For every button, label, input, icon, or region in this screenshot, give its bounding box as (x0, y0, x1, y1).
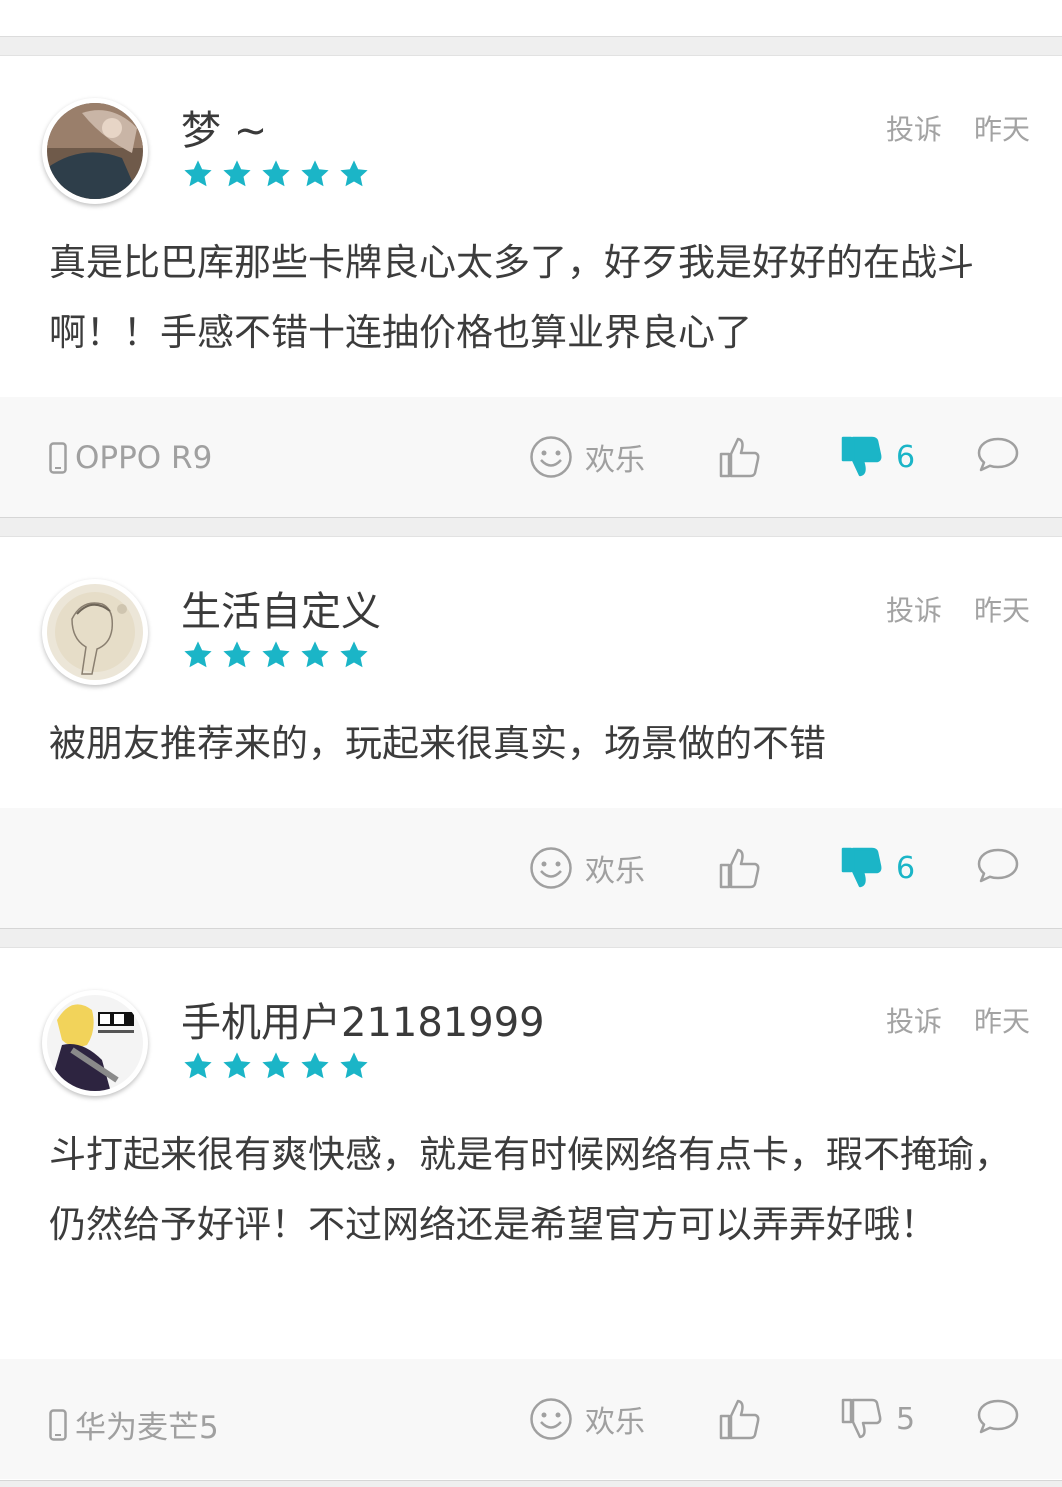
fun-button[interactable]: 欢乐 (529, 1397, 645, 1441)
avatar[interactable] (42, 579, 148, 685)
report-link[interactable]: 投诉 (886, 108, 942, 148)
star-icon (340, 641, 368, 668)
comment-button[interactable] (976, 435, 1020, 475)
dislike-count: 5 (896, 1401, 916, 1437)
thumbs-up-icon (719, 848, 760, 889)
smiley-icon (530, 847, 572, 889)
review-text: 被朋友推荐来的，玩起来很真实，场景做的不错 (49, 722, 826, 765)
review-footer: 华为麦芒5 欢乐 5 (0, 1359, 1062, 1479)
dislike-button[interactable]: 5 (840, 1397, 915, 1441)
dislike-count: 6 (896, 439, 916, 475)
review-time: 昨天 (973, 1005, 1030, 1038)
star-icon (301, 160, 329, 187)
comment-icon (977, 437, 1019, 472)
report-link[interactable]: 投诉 (886, 589, 942, 629)
star-icon (184, 1052, 212, 1079)
fun-button[interactable]: 欢乐 (529, 846, 645, 890)
dislike-button[interactable]: 6 (840, 435, 915, 479)
star-icon (262, 641, 290, 668)
fun-label: 欢乐 (585, 443, 645, 478)
fun-label: 欢乐 (585, 1405, 645, 1440)
comment-button[interactable] (976, 1397, 1020, 1437)
review-text: 真是比巴库那些卡牌良心太多了，好歹我是好好的在战斗啊！！手感不错十连抽价格也算业… (49, 241, 974, 354)
avatar[interactable] (42, 990, 148, 1096)
star-icon (262, 1052, 290, 1079)
star-rating (181, 639, 371, 671)
star-rating (181, 1050, 371, 1082)
like-button[interactable] (718, 435, 762, 479)
comment-icon (977, 848, 1019, 883)
thumbs-down-icon (841, 847, 882, 888)
dislike-button[interactable]: 6 (840, 846, 915, 890)
previous-card-edge (0, 0, 1062, 37)
star-icon (262, 160, 290, 187)
star-icon (223, 641, 251, 668)
device-name: OPPO R9 (75, 440, 213, 476)
comment-button[interactable] (976, 846, 1020, 886)
thumbs-up-icon (719, 437, 760, 478)
fun-label: 欢乐 (585, 854, 645, 889)
dislike-count: 6 (896, 850, 916, 886)
username[interactable]: 手机用户21181999 (181, 990, 545, 1048)
star-icon (184, 641, 212, 668)
review-meta: 投诉 昨天 (886, 589, 1030, 629)
smiley-icon (530, 1398, 572, 1440)
like-button[interactable] (718, 1397, 762, 1441)
review-time: 昨天 (973, 594, 1030, 627)
review-card: 梦 ~ 投诉 昨天 真是比巴库那些卡牌良心太多了，好歹我是好好的在战斗啊！！手感… (0, 55, 1062, 518)
review-time: 昨天 (973, 113, 1030, 146)
review-card: 手机用户21181999 投诉 昨天 斗打起来很有爽快感，就是有时候网络有点卡，… (0, 947, 1062, 1481)
review-meta: 投诉 昨天 (886, 1000, 1030, 1040)
review-text: 斗打起来很有爽快感，就是有时候网络有点卡，瑕不掩瑜，仍然给予好评！不过网络还是希… (49, 1133, 1011, 1246)
device-label: 华为麦芒5 (49, 1402, 219, 1447)
star-icon (340, 160, 368, 187)
like-button[interactable] (718, 846, 762, 890)
star-icon (301, 1052, 329, 1079)
device-label: OPPO R9 (49, 440, 212, 476)
avatar[interactable] (42, 98, 148, 204)
username[interactable]: 生活自定义 (181, 579, 381, 637)
comment-icon (977, 1399, 1019, 1434)
username[interactable]: 梦 ~ (181, 98, 267, 156)
star-icon (340, 1052, 368, 1079)
star-icon (184, 160, 212, 187)
phone-icon (49, 1408, 67, 1441)
review-card: 生活自定义 投诉 昨天 被朋友推荐来的，玩起来很真实，场景做的不错 欢乐 6 (0, 536, 1062, 929)
phone-icon (49, 442, 67, 474)
review-footer: OPPO R9 欢乐 6 (0, 397, 1062, 517)
star-icon (223, 160, 251, 187)
thumbs-down-icon (841, 436, 882, 477)
report-link[interactable]: 投诉 (886, 1000, 942, 1040)
star-icon (301, 641, 329, 668)
smiley-icon (530, 436, 572, 478)
thumbs-up-icon (719, 1399, 760, 1440)
star-icon (223, 1052, 251, 1079)
fun-button[interactable]: 欢乐 (529, 435, 645, 479)
review-footer: 欢乐 6 (0, 808, 1062, 928)
review-meta: 投诉 昨天 (886, 108, 1030, 148)
star-rating (181, 158, 371, 190)
device-name: 华为麦芒5 (75, 1410, 219, 1446)
thumbs-down-icon (841, 1398, 882, 1439)
